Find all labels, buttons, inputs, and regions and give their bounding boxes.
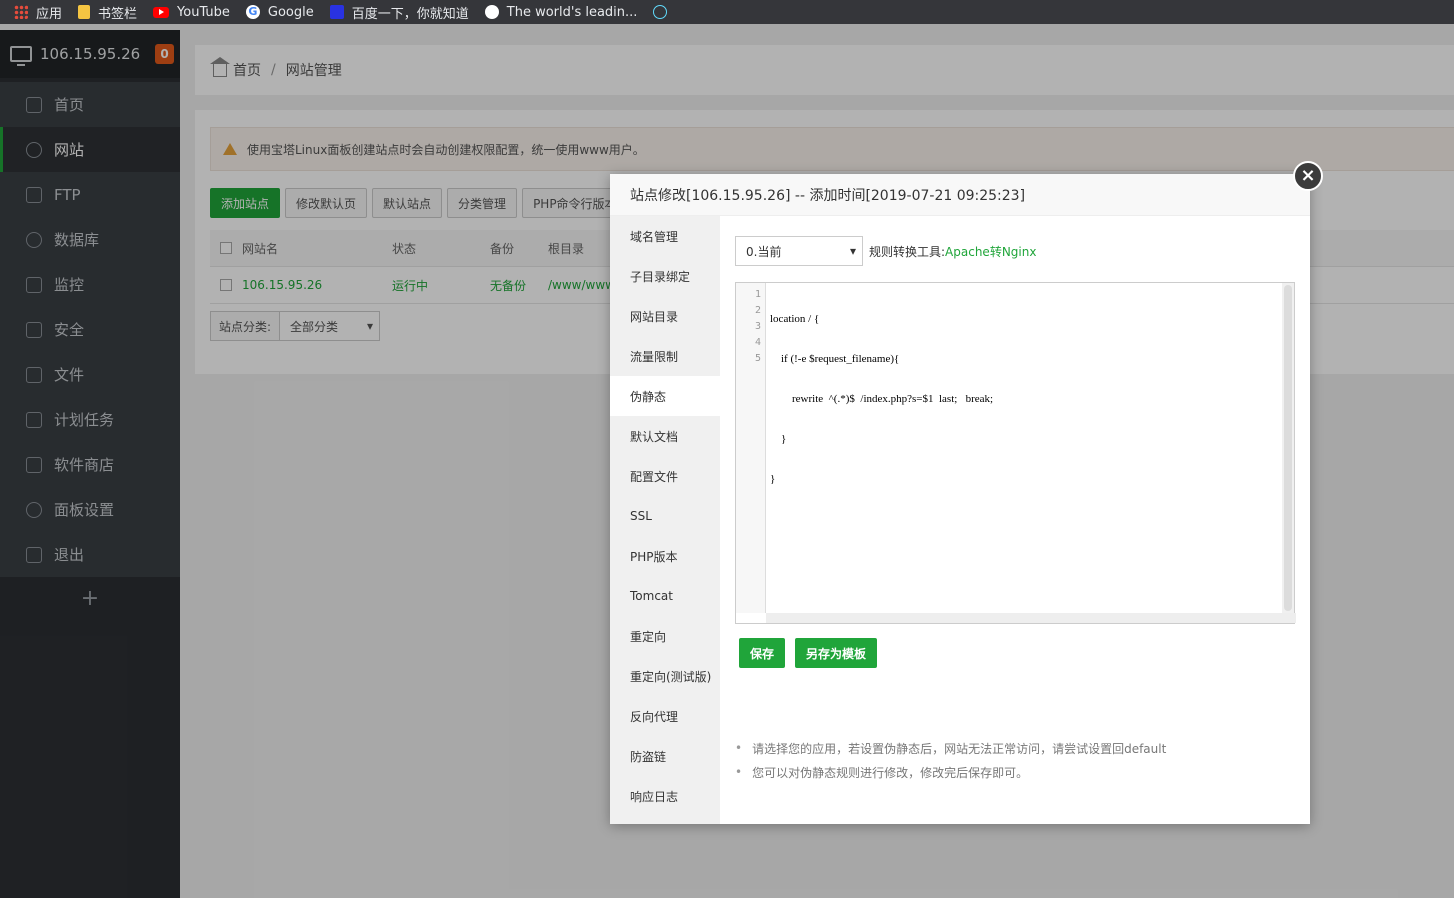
tab-reverse-proxy[interactable]: 反向代理	[610, 696, 720, 736]
line-number: 5	[754, 353, 761, 364]
rewrite-code-editor[interactable]: 1 2 3 4 5 location / { if (!-e $request_…	[735, 282, 1296, 624]
tab-traffic-limit[interactable]: 流量限制	[610, 336, 720, 376]
tab-redirect-beta[interactable]: 重定向(测试版)	[610, 656, 720, 696]
save-button[interactable]: 保存	[739, 638, 786, 668]
bookmark-youtube[interactable]: YouTube	[153, 5, 230, 20]
bookmark-react[interactable]	[653, 5, 675, 19]
code-line: }	[770, 433, 787, 445]
code-content[interactable]: location / { if (!-e $request_filename){…	[770, 287, 993, 511]
tab-config-file[interactable]: 配置文件	[610, 456, 720, 496]
bookmark-folder[interactable]: 书签栏	[78, 3, 137, 22]
note-item: 您可以对伪静态规则进行修改，修改完后保存即可。	[735, 760, 1166, 784]
bookmark-google[interactable]: G Google	[245, 5, 314, 20]
bookmark-baidu[interactable]: 百度一下，你就知道	[329, 3, 469, 22]
tab-redirect[interactable]: 重定向	[610, 616, 720, 656]
modal-tabs: 域名管理 子目录绑定 网站目录 流量限制 伪静态 默认文档 配置文件 SSL P…	[610, 216, 720, 824]
github-icon	[484, 5, 499, 19]
code-line: rewrite ^(.*)$ /index.php?s=$1 last; bre…	[770, 393, 994, 405]
react-icon	[653, 5, 668, 19]
folder-icon	[78, 5, 91, 19]
code-line: }	[770, 473, 776, 485]
line-number: 1	[754, 289, 761, 300]
rewrite-pane: 0.当前 ▾ 规则转换工具: Apache转Nginx 1 2 3 4 5 lo…	[720, 216, 1310, 824]
tab-response-log[interactable]: 响应日志	[610, 776, 720, 816]
line-number-gutter: 1 2 3 4 5	[736, 283, 766, 613]
tab-ssl[interactable]: SSL	[610, 496, 720, 536]
baidu-icon	[329, 5, 344, 19]
tab-php-version[interactable]: PHP版本	[610, 536, 720, 576]
tab-default-doc[interactable]: 默认文档	[610, 416, 720, 456]
rewrite-toolbar: 0.当前 ▾ 规则转换工具: Apache转Nginx	[735, 236, 1036, 266]
close-icon[interactable]: ×	[1293, 161, 1323, 191]
code-line: if (!-e $request_filename){	[770, 353, 900, 365]
bookmark-apps[interactable]: 应用	[14, 3, 62, 22]
rule-tool-label: 规则转换工具:	[869, 244, 946, 259]
line-number: 2	[754, 305, 761, 316]
scrollbar-thumb[interactable]	[1284, 285, 1292, 611]
rewrite-template-select[interactable]: 0.当前 ▾	[735, 236, 863, 266]
caret-down-icon: ▾	[849, 244, 856, 258]
google-icon: G	[245, 5, 260, 19]
tab-site-dir[interactable]: 网站目录	[610, 296, 720, 336]
bookmark-github[interactable]: The world's leadin...	[484, 5, 637, 20]
save-as-template-button[interactable]: 另存为模板	[795, 638, 878, 668]
bookmarks-bar: 应用 书签栏 YouTube G Google 百度一下，你就知道 The wor…	[0, 0, 1454, 24]
modal-title: 站点修改[106.15.95.26] -- 添加时间[2019-07-21 09…	[610, 174, 1310, 216]
apps-grid-icon	[14, 5, 28, 19]
vertical-scrollbar[interactable]	[1282, 283, 1294, 613]
line-number: 3	[754, 321, 761, 332]
horizontal-scrollbar[interactable]	[766, 613, 1296, 623]
tab-hotlink[interactable]: 防盗链	[610, 736, 720, 776]
tab-subdir[interactable]: 子目录绑定	[610, 256, 720, 296]
rewrite-actions: 保存 另存为模板	[739, 638, 887, 668]
apache-to-nginx-link[interactable]: Apache转Nginx	[945, 243, 1036, 260]
tab-domain[interactable]: 域名管理	[610, 216, 720, 256]
line-number: 4	[754, 337, 761, 348]
rewrite-notes: 请选择您的应用，若设置伪静态后，网站无法正常访问，请尝试设置回default 您…	[735, 736, 1166, 784]
youtube-icon	[153, 6, 170, 18]
tab-rewrite[interactable]: 伪静态	[610, 376, 720, 416]
note-item: 请选择您的应用，若设置伪静态后，网站无法正常访问，请尝试设置回default	[735, 736, 1166, 760]
code-line: location / {	[770, 313, 820, 325]
tab-tomcat[interactable]: Tomcat	[610, 576, 720, 616]
site-edit-modal: 站点修改[106.15.95.26] -- 添加时间[2019-07-21 09…	[610, 174, 1310, 824]
